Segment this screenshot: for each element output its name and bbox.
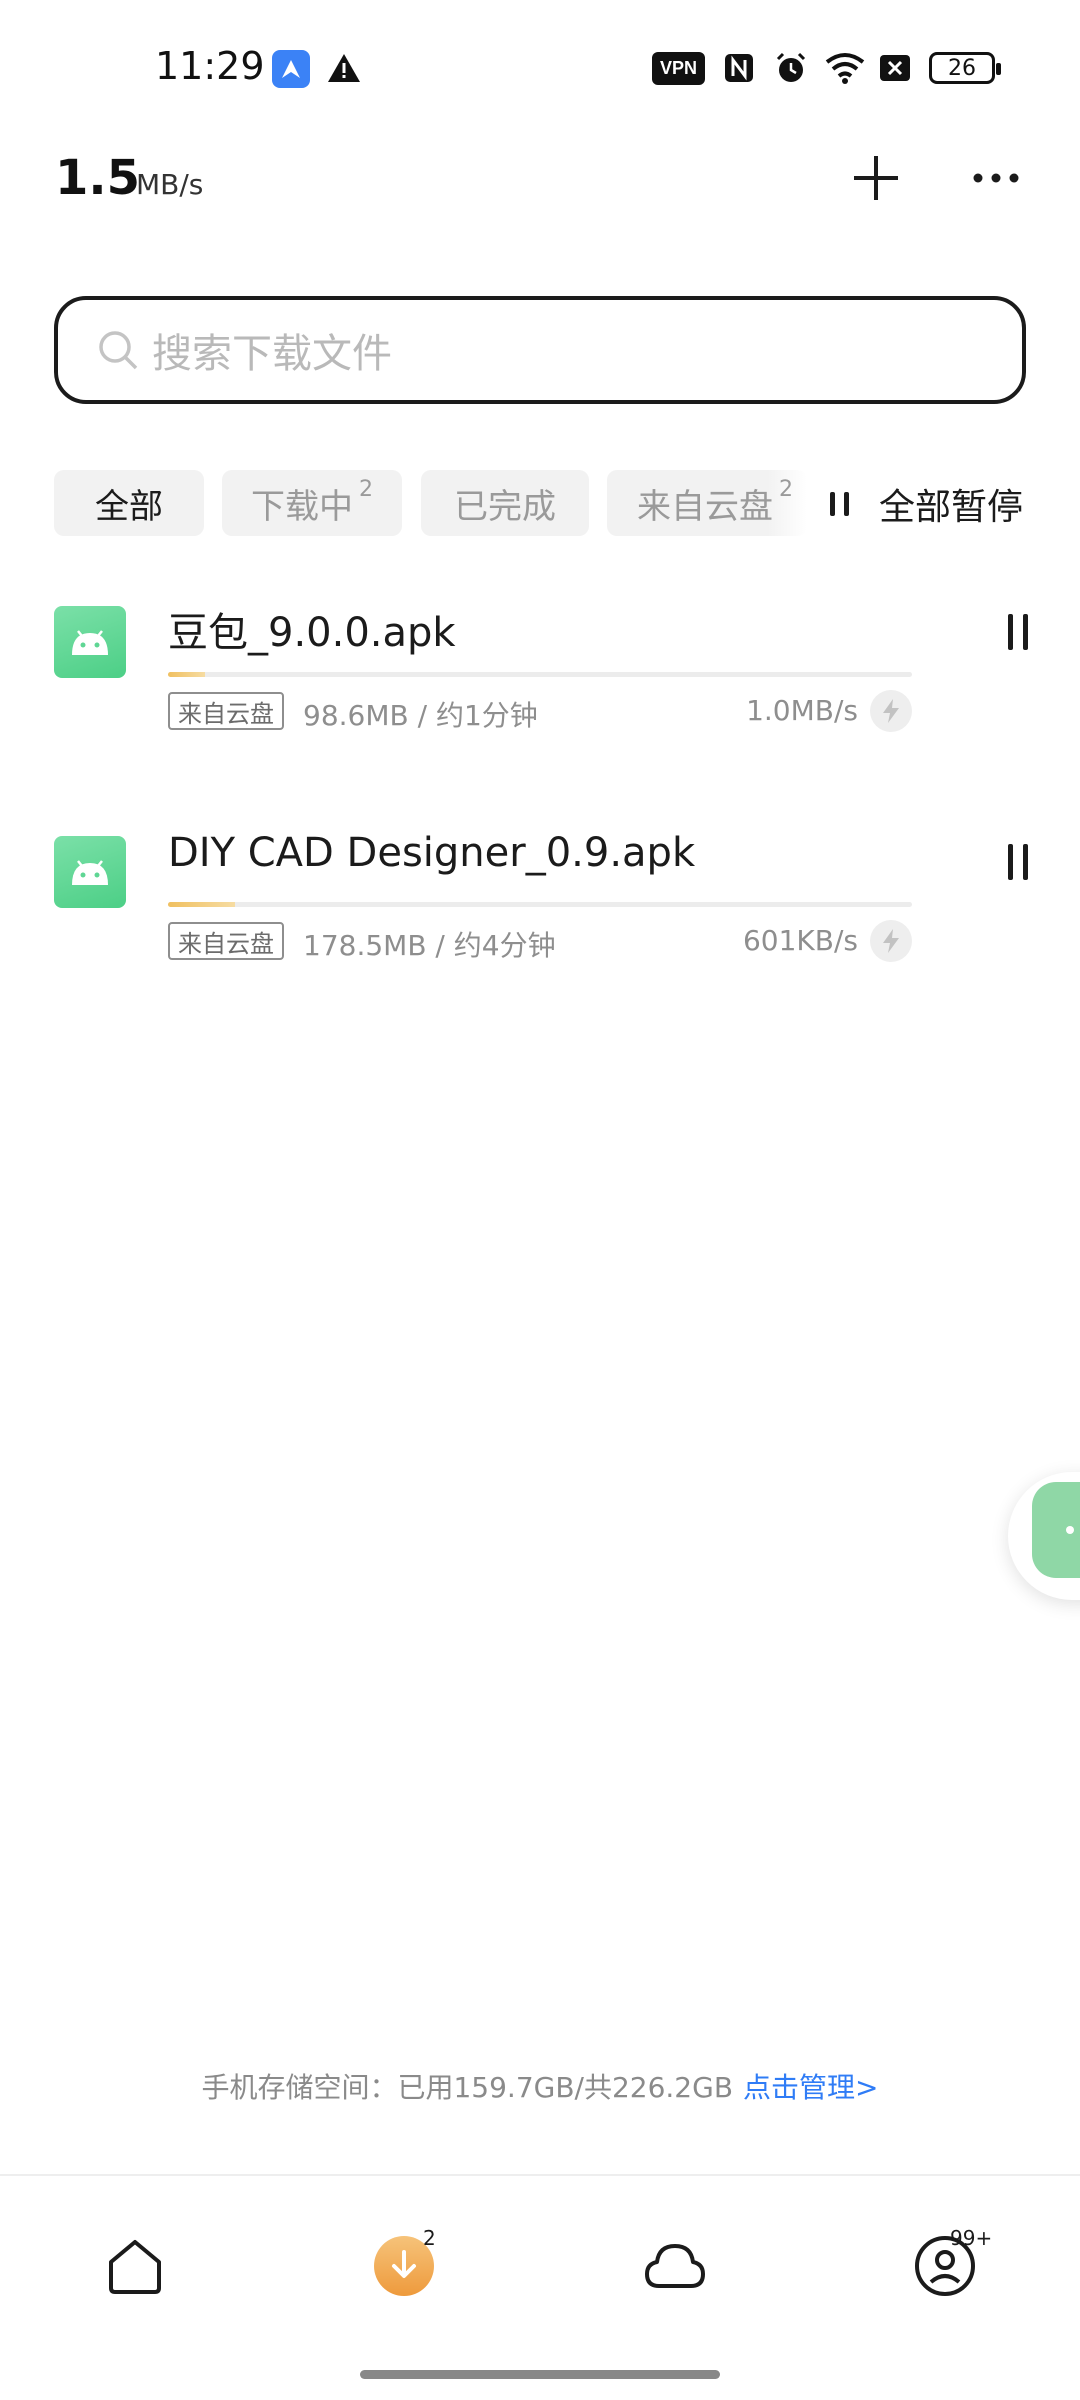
wifi-icon — [825, 50, 865, 86]
alert-icon — [326, 50, 362, 86]
nav-home[interactable] — [103, 2234, 167, 2298]
profile-badge: 99+ — [950, 2226, 993, 2250]
download-rate: 601KB/s — [742, 924, 858, 957]
sim-off-icon — [877, 50, 913, 86]
total-speed-unit: MB/s — [136, 168, 204, 201]
android-apk-icon — [54, 836, 126, 908]
alarm-icon — [773, 50, 809, 86]
download-item[interactable]: 豆包_9.0.0.apk 来自云盘 98.6MB / 约1分钟 1.0MB/s — [0, 600, 1080, 780]
search-input[interactable]: 搜索下载文件 — [54, 296, 1026, 404]
search-icon — [99, 331, 138, 370]
tab-from-cloud[interactable]: 来自云盘 2 — [607, 470, 807, 536]
progress-bar — [168, 672, 912, 677]
floating-assistant-button[interactable] — [1008, 1472, 1080, 1600]
tab-badge: 2 — [359, 476, 373, 502]
item-pause-button[interactable] — [1000, 844, 1036, 884]
nfc-icon — [721, 50, 757, 86]
nav-divider — [0, 2174, 1080, 2176]
size-info: 98.6MB / 约1分钟 — [303, 699, 538, 732]
battery-icon: 26 — [929, 52, 1001, 84]
file-name: DIY CAD Designer_0.9.apk — [168, 830, 696, 876]
storage-info: 手机存储空间：已用159.7GB/共226.2GB 点击管理> — [0, 2066, 1080, 2106]
storage-text: 手机存储空间：已用159.7GB/共226.2GB — [201, 2071, 734, 2104]
android-apk-icon — [54, 606, 126, 678]
progress-bar — [168, 902, 912, 907]
item-pause-button[interactable] — [1000, 614, 1036, 654]
home-indicator — [360, 2370, 720, 2379]
more-options-button[interactable] — [968, 150, 1024, 206]
size-info: 178.5MB / 约4分钟 — [303, 929, 556, 962]
tab-completed[interactable]: 已完成 — [421, 470, 589, 536]
tab-label: 下载中 — [251, 486, 353, 527]
vpn-badge: VPN — [651, 51, 705, 85]
add-download-button[interactable] — [848, 150, 904, 206]
cloud-icon — [645, 2244, 705, 2288]
search-placeholder: 搜索下载文件 — [152, 331, 392, 377]
tab-badge: 2 — [779, 476, 793, 502]
progress-fill — [168, 672, 206, 677]
pause-icon — [830, 492, 849, 516]
more-icon — [973, 173, 1019, 183]
status-icons: VPN 26 — [651, 48, 1001, 88]
download-item[interactable]: DIY CAD Designer_0.9.apk 来自云盘 178.5MB / … — [0, 830, 1080, 1010]
manage-storage-link[interactable]: 点击管理> — [743, 2071, 878, 2104]
progress-fill — [168, 902, 235, 907]
status-bar: 11:29 VPN 26 — [0, 0, 1080, 140]
tab-label: 全部 — [95, 486, 163, 527]
download-rate: 1.0MB/s — [746, 694, 858, 727]
app-notification-icon — [272, 50, 310, 88]
total-speed-value: 1.5 — [55, 150, 141, 206]
file-name: 豆包_9.0.0.apk — [168, 610, 456, 656]
tab-label: 来自云盘 — [637, 486, 773, 527]
source-tag: 来自云盘 — [168, 692, 284, 730]
pause-all-label: 全部暂停 — [879, 487, 1024, 528]
status-time: 11:29 — [155, 44, 265, 88]
lightning-boost-icon[interactable] — [870, 920, 912, 962]
downloads-badge: 2 — [423, 2226, 436, 2250]
lightning-boost-icon[interactable] — [870, 690, 912, 732]
nav-cloud[interactable] — [643, 2234, 707, 2298]
plus-icon — [854, 156, 898, 200]
pause-all-button[interactable]: 全部暂停 — [830, 476, 1023, 532]
tab-downloading[interactable]: 下载中 2 — [222, 470, 402, 536]
tab-all[interactable]: 全部 — [54, 470, 204, 536]
home-icon — [109, 2240, 161, 2294]
chat-bubble-icon — [1032, 1482, 1080, 1578]
source-tag: 来自云盘 — [168, 922, 284, 960]
tab-label: 已完成 — [454, 486, 556, 527]
